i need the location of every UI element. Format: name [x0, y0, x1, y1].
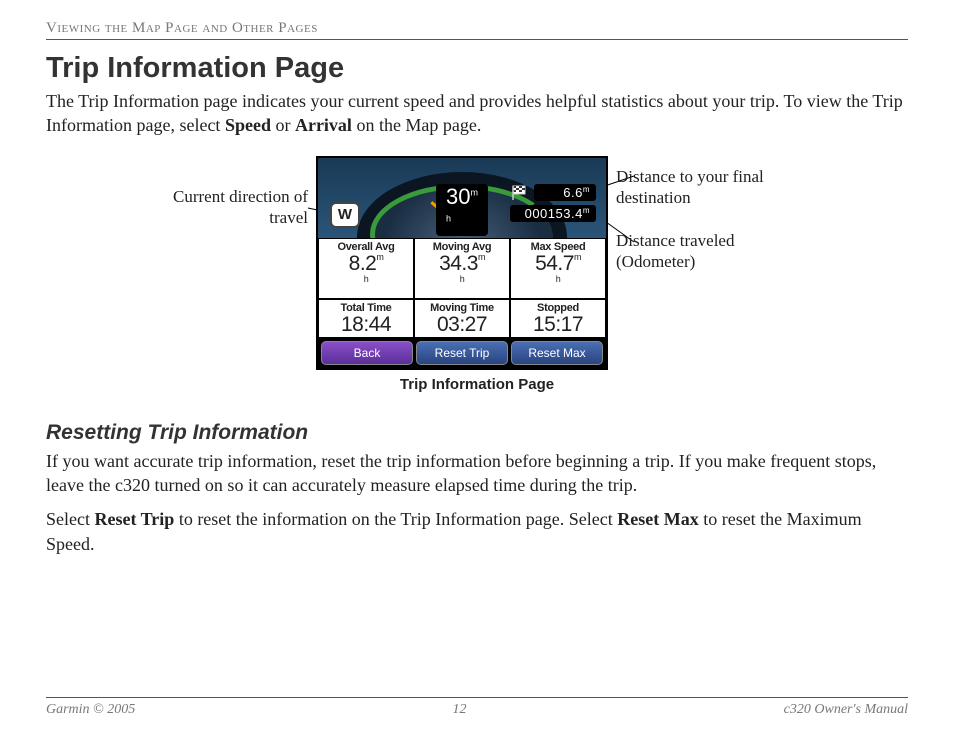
text: or: [271, 115, 295, 135]
footer-page-number: 12: [452, 702, 466, 718]
para-reset-info: If you want accurate trip information, r…: [46, 449, 908, 498]
label: Moving Time: [415, 302, 509, 314]
cell-moving-time[interactable]: Moving Time 03:27: [414, 299, 510, 338]
bold-reset-max: Reset Max: [617, 509, 698, 529]
gauge-panel: W 6.6m 000153.4m 30mh: [318, 158, 606, 238]
text: Select: [46, 509, 94, 529]
cell-moving-avg[interactable]: Moving Avg 34.3mh: [414, 238, 510, 299]
footer-doc-title: c320 Owner's Manual: [784, 702, 908, 718]
intro-paragraph: The Trip Information page indicates your…: [46, 89, 908, 138]
annotation-dist-dest: Distance to your final destination: [616, 166, 816, 209]
distance-to-dest[interactable]: 6.6m: [534, 184, 596, 201]
annotation-direction: Current direction of travel: [138, 186, 308, 229]
page-footer: Garmin © 2005 12 c320 Owner's Manual: [46, 697, 908, 718]
sub-heading: Resetting Trip Information: [46, 421, 908, 445]
current-speed[interactable]: 30mh: [436, 184, 488, 236]
bold-reset-trip: Reset Trip: [94, 509, 174, 529]
back-button[interactable]: Back: [321, 341, 413, 365]
cell-max-speed[interactable]: Max Speed 54.7mh: [510, 238, 606, 299]
label: Total Time: [319, 302, 413, 314]
figure-caption: Trip Information Page: [46, 376, 908, 393]
reset-trip-button[interactable]: Reset Trip: [416, 341, 508, 365]
stats-row-1: Overall Avg 8.2mh Moving Avg 34.3mh Max …: [318, 238, 606, 299]
flag-icon: [510, 184, 530, 202]
cell-overall-avg[interactable]: Overall Avg 8.2mh: [318, 238, 414, 299]
direction-badge[interactable]: W: [330, 202, 360, 228]
figure-area: Current direction of travel W 6.6m 00015…: [46, 156, 908, 370]
label: Stopped: [511, 302, 605, 314]
text: on the Map page.: [352, 115, 481, 135]
reset-max-button[interactable]: Reset Max: [511, 341, 603, 365]
page-title: Trip Information Page: [46, 52, 908, 85]
annotation-odometer: Distance traveled (Odometer): [616, 230, 816, 273]
para-reset-instructions: Select Reset Trip to reset the informati…: [46, 507, 908, 556]
odometer[interactable]: 000153.4m: [510, 205, 596, 222]
text: to reset the information on the Trip Inf…: [174, 509, 617, 529]
footer-copyright: Garmin © 2005: [46, 702, 135, 718]
bold-arrival: Arrival: [295, 115, 352, 135]
device-screenshot: W 6.6m 000153.4m 30mh Overall Avg 8.2mh: [316, 156, 608, 370]
cell-stopped[interactable]: Stopped 15:17: [510, 299, 606, 338]
bold-speed: Speed: [225, 115, 271, 135]
cell-total-time[interactable]: Total Time 18:44: [318, 299, 414, 338]
section-header: Viewing the Map Page and Other Pages: [46, 20, 908, 40]
stats-row-2: Total Time 18:44 Moving Time 03:27 Stopp…: [318, 299, 606, 338]
button-row: Back Reset Trip Reset Max: [318, 338, 606, 368]
